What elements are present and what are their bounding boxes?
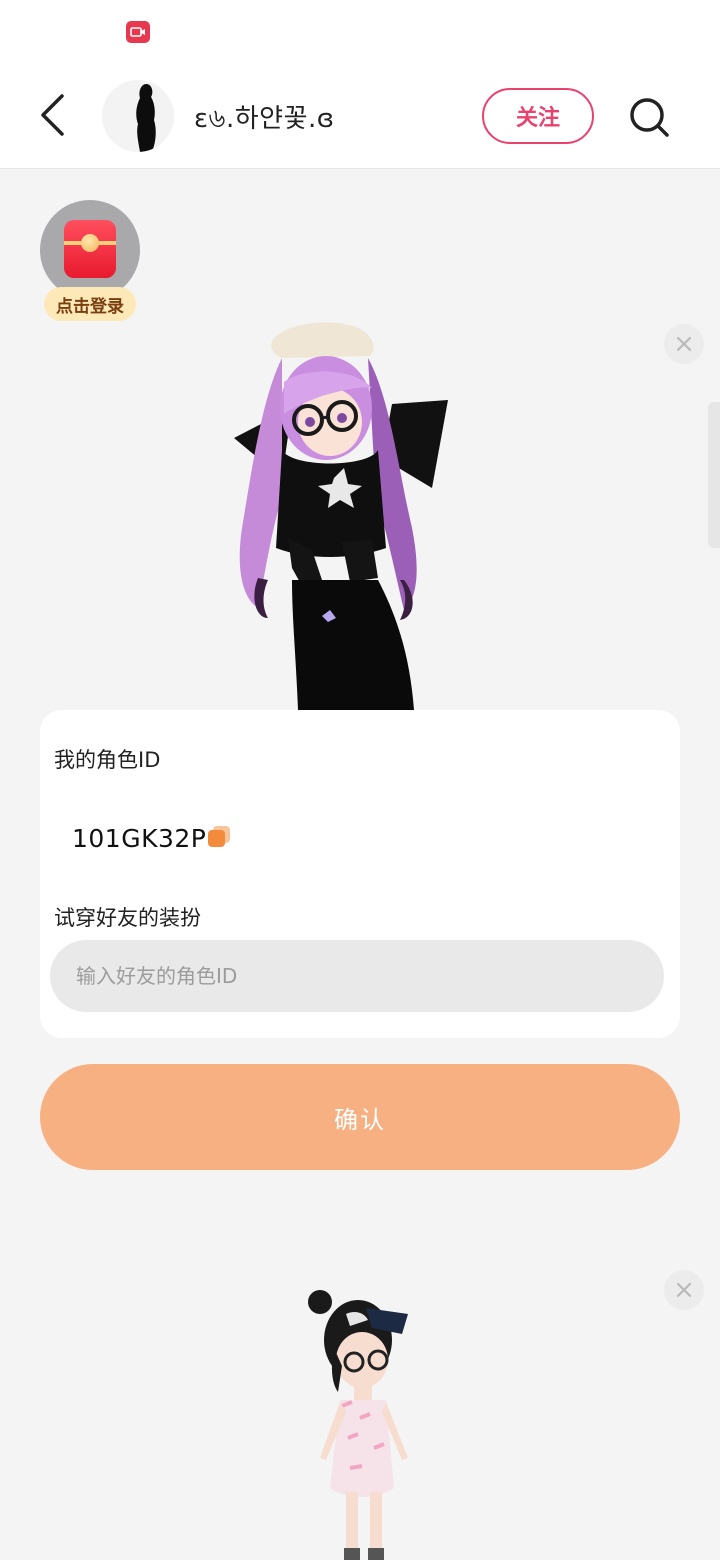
search-button[interactable] (626, 94, 672, 140)
avatar-character-preview (290, 1288, 420, 1560)
red-envelope-icon (64, 220, 116, 278)
copy-icon[interactable] (207, 825, 231, 849)
my-role-id-label: 我的角色ID (54, 748, 161, 772)
follow-button[interactable]: 关注 (482, 88, 594, 144)
profile-header: ɛ৬.하얀꽃.ɞ 关注 (0, 66, 720, 169)
avatar-character-preview (222, 318, 458, 710)
login-prompt[interactable]: 点击登录 (44, 287, 136, 321)
screen-record-icon (126, 21, 150, 43)
try-on-label: 试穿好友的装扮 (54, 906, 201, 930)
friend-role-id-input[interactable] (50, 940, 664, 1012)
confirm-button[interactable]: 确认 (40, 1064, 680, 1170)
my-role-id-value: 101GK32P (72, 824, 207, 853)
side-drawer-handle[interactable] (708, 402, 720, 548)
back-button[interactable] (30, 92, 76, 138)
avatar[interactable] (102, 80, 174, 152)
role-id-card: 我的角色ID 101GK32P 试穿好友的装扮 (40, 710, 680, 1038)
username: ɛ৬.하얀꽃.ɞ (194, 104, 335, 134)
close-icon[interactable]: × (664, 324, 704, 364)
red-envelope-button[interactable] (40, 200, 140, 300)
close-icon[interactable]: × (664, 1270, 704, 1310)
search-icon (630, 98, 669, 137)
status-bar (0, 0, 720, 66)
chevron-left-icon (41, 94, 64, 136)
